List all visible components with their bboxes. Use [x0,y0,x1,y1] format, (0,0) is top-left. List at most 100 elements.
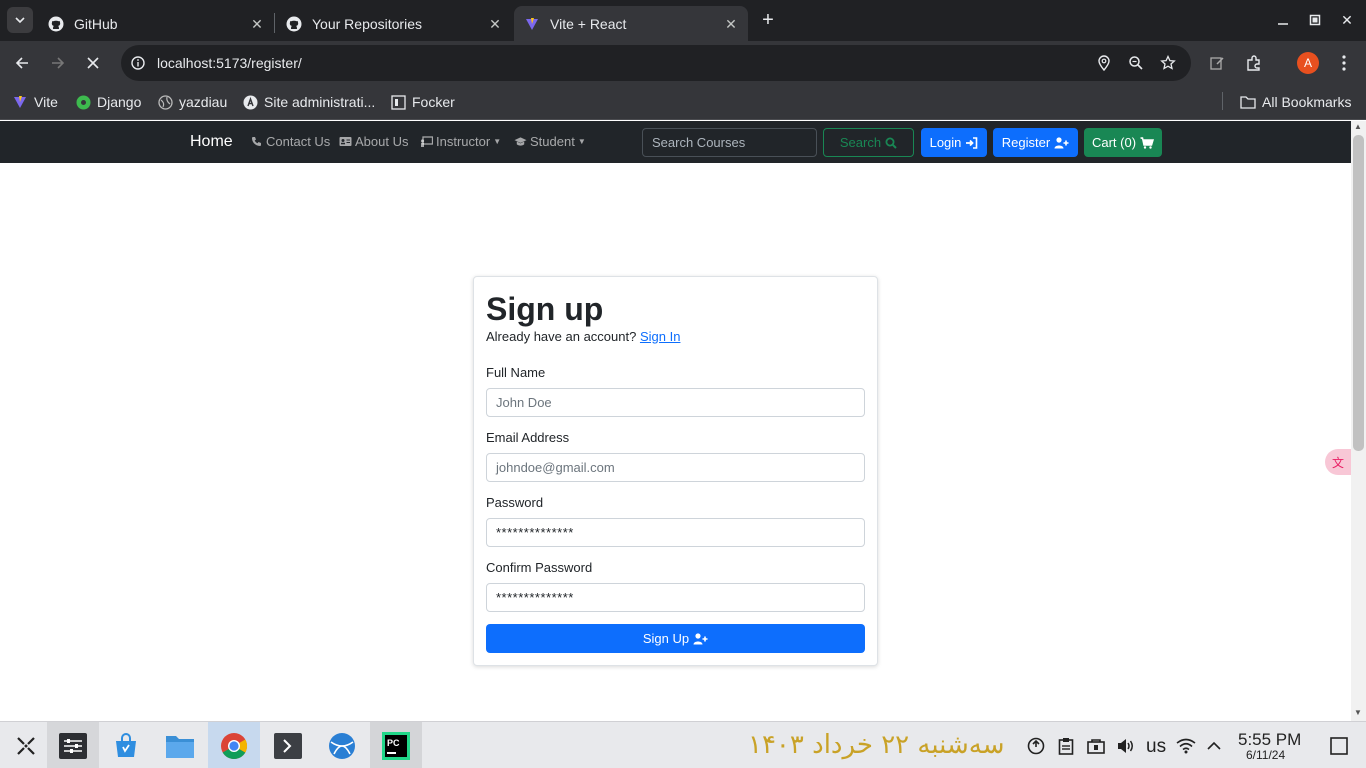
close-tab-icon[interactable]: ✕ [486,15,504,33]
bookmark-label: Vite [34,94,58,110]
site-info-icon[interactable] [129,54,147,72]
tab-github[interactable]: GitHub ✕ [38,6,274,41]
os-taskbar: PC سه‌شنبه ۲۲ خرداد ۱۴۰۳ us 5:55 PM 6/11… [0,721,1366,768]
maximize-icon[interactable] [1304,9,1326,31]
file-manager-icon[interactable] [154,722,206,768]
clipboard-icon[interactable] [1055,735,1077,757]
confirm-password-input[interactable]: ************** [486,583,865,612]
bookmark-focker[interactable]: Focker [390,92,455,112]
search-button[interactable]: Search [823,128,914,157]
sign-up-button-label: Sign Up [642,631,690,646]
terminal-icon[interactable] [262,722,314,768]
location-icon[interactable] [1095,54,1113,72]
edit-icon[interactable] [1206,52,1228,74]
globe-icon [157,94,173,110]
close-tab-icon[interactable]: ✕ [722,15,740,33]
tab-title: Vite + React [550,15,627,32]
nav-about-us[interactable]: About Us [339,134,408,149]
register-button[interactable]: Register [993,128,1078,157]
settings-app-icon[interactable] [47,722,99,768]
signin-prompt-text: Already have an account? [486,329,637,344]
browser-tab-strip: GitHub ✕ Your Repositories ✕ Vite + Reac… [0,0,1366,41]
browser-toolbar: localhost:5173/register/ A [0,41,1366,85]
site-navbar: Home Contact Us About Us Instructor ▼ St… [0,121,1351,163]
bookmark-label: yazdiau [179,94,228,110]
address-bar[interactable]: localhost:5173/register/ [121,45,1191,81]
sign-up-button[interactable]: Sign Up [486,624,865,653]
focker-icon [390,94,406,110]
search-button-label: Search [839,135,882,150]
volume-icon[interactable] [1115,735,1137,757]
stop-loading-icon[interactable] [80,50,106,76]
bookmark-label: Focker [412,94,455,110]
nav-student-dropdown[interactable]: Student ▼ [514,134,586,149]
minimize-icon[interactable] [1272,9,1294,31]
close-window-icon[interactable]: ✕ [1336,9,1358,31]
back-icon[interactable] [9,50,35,76]
tray-expand-icon[interactable] [1203,735,1225,757]
scroll-up-arrow[interactable]: ▲ [1354,122,1362,131]
signin-prompt: Already have an account? Sign In [486,329,680,344]
cart-button-label: Cart (0) [1091,135,1137,150]
app-launcher-icon[interactable] [0,722,52,768]
password-input[interactable]: ************** [486,518,865,547]
signup-card: Sign up Already have an account? Sign In… [473,276,878,666]
vault-lock-icon[interactable] [1085,735,1107,757]
keyboard-layout-indicator[interactable]: us [1146,736,1166,758]
profile-avatar[interactable]: A [1297,52,1319,74]
caret-down-icon: ▼ [577,137,586,146]
bookmark-site-admin[interactable]: Site administrati... [242,92,375,112]
chrome-icon[interactable] [208,722,260,768]
show-desktop-icon[interactable] [1328,735,1350,757]
nav-contact-us[interactable]: Contact Us [250,134,330,149]
scroll-down-arrow[interactable]: ▼ [1354,708,1362,717]
close-tab-icon[interactable]: ✕ [248,15,266,33]
bookmark-yazdiau[interactable]: yazdiau [157,92,227,112]
password-label: Password [486,495,544,510]
browser-globe-app-icon[interactable] [316,722,368,768]
github-icon [286,16,302,32]
wifi-icon[interactable] [1175,735,1197,757]
nav-link-label: Student [530,134,575,149]
scrollbar-thumb[interactable] [1353,135,1364,451]
sign-in-icon [966,136,978,149]
nav-brand-home[interactable]: Home [190,133,233,151]
register-button-label: Register [1001,135,1051,150]
signin-link[interactable]: Sign In [640,329,680,344]
kebab-menu-icon[interactable] [1333,52,1355,74]
new-tab-button[interactable]: + [757,9,779,31]
nav-instructor-dropdown[interactable]: Instructor ▼ [420,134,501,149]
login-button[interactable]: Login [921,128,987,157]
zoom-icon[interactable] [1127,54,1145,72]
all-bookmarks[interactable]: All Bookmarks [1240,92,1351,112]
forward-icon[interactable] [45,50,71,76]
search-courses-input[interactable]: Search Courses [642,128,817,157]
tab-separator [274,13,275,33]
address-card-icon [339,135,352,148]
bookmarks-separator [1222,92,1223,110]
extensions-icon[interactable] [1243,52,1265,74]
all-bookmarks-label: All Bookmarks [1262,94,1352,110]
confirm-password-label: Confirm Password [486,560,593,575]
clock-time[interactable]: 5:55 PM [1238,730,1301,750]
pycharm-icon[interactable]: PC [370,722,422,768]
translate-extension-icon[interactable]: 文 [1325,449,1351,475]
nav-link-label: About Us [355,134,409,149]
caret-down-icon: ▼ [493,137,502,146]
email-input[interactable]: johndoe@gmail.com [486,453,865,482]
svg-text:PC: PC [387,738,400,748]
clock-date[interactable]: 6/11/24 [1246,748,1285,762]
bookmark-vite[interactable]: Vite [12,92,58,112]
full-name-input[interactable]: John Doe [486,388,865,417]
nav-link-label: Instructor [436,134,491,149]
update-status-icon[interactable] [1025,735,1047,757]
bookmark-django[interactable]: Django [75,92,141,112]
persian-calendar-date[interactable]: سه‌شنبه ۲۲ خرداد ۱۴۰۳ [748,730,1005,760]
cart-button[interactable]: Cart (0) [1084,128,1162,157]
tab-vite-react[interactable]: Vite + React ✕ [514,6,748,41]
tab-search-button[interactable] [7,7,33,33]
tab-your-repositories[interactable]: Your Repositories ✕ [276,6,512,41]
full-name-label: Full Name [486,365,546,380]
bookmark-star-icon[interactable] [1159,54,1177,72]
software-store-icon[interactable] [100,722,152,768]
